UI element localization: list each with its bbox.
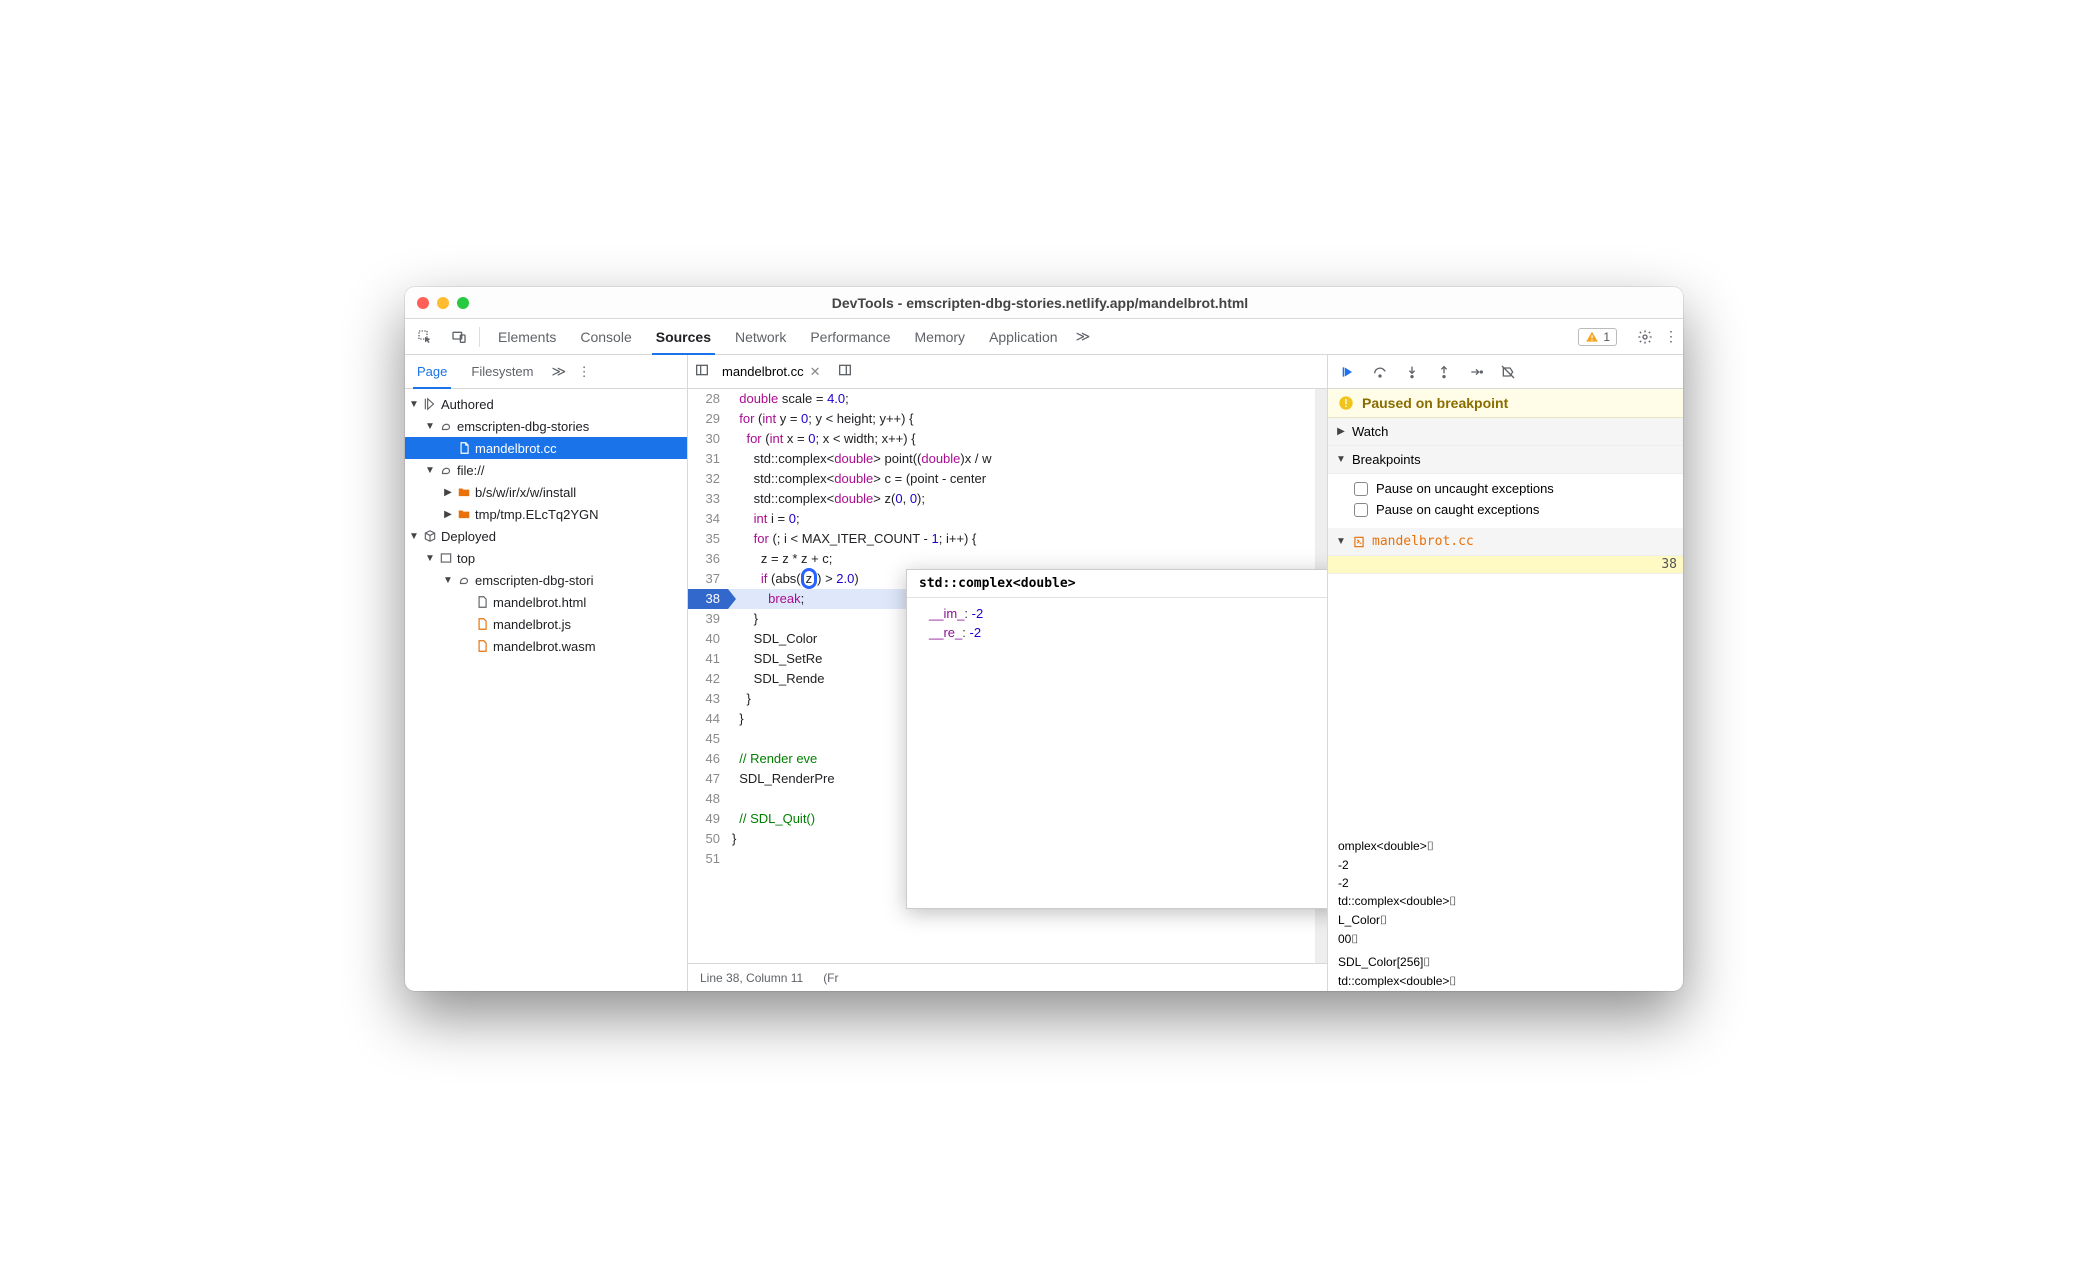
close-tab-icon[interactable]: ✕ — [810, 364, 821, 380]
tree-origin-1[interactable]: ▼emscripten-dbg-stories — [405, 415, 687, 437]
code-line[interactable]: 28 double scale = 4.0; — [688, 389, 1327, 409]
tree-file-mandelbrot-wasm[interactable]: mandelbrot.wasm — [405, 635, 687, 657]
step-over-button[interactable] — [1366, 358, 1394, 386]
tree-file-mandelbrot-js[interactable]: mandelbrot.js — [405, 613, 687, 635]
breakpoint-file-row[interactable]: ▼ mandelbrot.cc — [1328, 528, 1683, 556]
scope-value-row: td::complex<double>⌷ — [1328, 892, 1683, 911]
scope-value-row: -2 — [1328, 856, 1683, 874]
debugger-toolbar — [1328, 355, 1683, 389]
main-toolbar: Elements Console Sources Network Perform… — [405, 319, 1683, 355]
status-extra: (Fr — [823, 971, 838, 985]
tabs-overflow[interactable]: ≫ — [1070, 328, 1097, 345]
code-line[interactable]: 36 z = z * z + c; — [688, 549, 1327, 569]
warning-count: 1 — [1603, 330, 1610, 344]
tree-folder-install[interactable]: ▶b/s/w/ir/x/w/install — [405, 481, 687, 503]
file-tree: ▼Authored ▼emscripten-dbg-stories mandel… — [405, 389, 687, 991]
window-controls — [417, 297, 469, 309]
nav-more-icon[interactable]: ⋮ — [572, 364, 596, 380]
cursor-pos: Line 38, Column 11 — [700, 971, 803, 985]
close-window-button[interactable] — [417, 297, 429, 309]
breakpoint-line[interactable]: 38 — [1328, 556, 1683, 574]
nav-tab-page[interactable]: Page — [405, 355, 459, 388]
step-out-button[interactable] — [1430, 358, 1458, 386]
minimize-window-button[interactable] — [437, 297, 449, 309]
toggle-navigator-icon[interactable] — [694, 362, 710, 381]
code-line[interactable]: 34 int i = 0; — [688, 509, 1327, 529]
navigator-panel: Page Filesystem ≫ ⋮ ▼Authored ▼emscripte… — [405, 355, 688, 991]
step-into-button[interactable] — [1398, 358, 1426, 386]
pause-uncaught-toggle[interactable]: Pause on uncaught exceptions — [1354, 478, 1675, 499]
popover-row: __im_: -2 — [929, 604, 1328, 623]
titlebar: DevTools - emscripten-dbg-stories.netlif… — [405, 287, 1683, 319]
tree-file-mandelbrot-cc[interactable]: mandelbrot.cc — [405, 437, 687, 459]
scope-value-row: 00⌷ — [1328, 930, 1683, 949]
tree-file-proto[interactable]: ▼file:// — [405, 459, 687, 481]
toggle-debugger-icon[interactable] — [837, 362, 853, 381]
scope-value-row: -2 — [1328, 874, 1683, 892]
tab-application[interactable]: Application — [977, 319, 1070, 354]
scope-value-row: L_Color⌷ — [1328, 911, 1683, 930]
tree-origin-2[interactable]: ▼emscripten-dbg-stori — [405, 569, 687, 591]
more-menu-icon[interactable]: ⋮ — [1659, 328, 1683, 345]
tree-folder-tmp[interactable]: ▶tmp/tmp.ELcTq2YGN — [405, 503, 687, 525]
warning-badge[interactable]: 1 — [1578, 328, 1617, 346]
popover-type: std::complex<double> — [907, 570, 1328, 598]
scope-value-row: td::complex<double>⌷ — [1328, 972, 1683, 991]
tab-performance[interactable]: Performance — [798, 319, 902, 354]
tree-deployed[interactable]: ▼Deployed — [405, 525, 687, 547]
devtools-window: DevTools - emscripten-dbg-stories.netlif… — [405, 287, 1683, 991]
section-watch[interactable]: ▶Watch — [1328, 418, 1683, 446]
window-title: DevTools - emscripten-dbg-stories.netlif… — [469, 295, 1611, 311]
code-line[interactable]: 35 for (; i < MAX_ITER_COUNT - 1; i++) { — [688, 529, 1327, 549]
deactivate-breakpoints-button[interactable] — [1494, 358, 1522, 386]
tab-elements[interactable]: Elements — [486, 319, 568, 354]
nav-tabs-overflow[interactable]: ≫ — [546, 363, 573, 380]
resume-button[interactable] — [1334, 358, 1362, 386]
scope-value-row: SDL_Color[256]⌷ — [1328, 953, 1683, 972]
editor-tab-label: mandelbrot.cc — [722, 364, 804, 379]
code-line[interactable]: 31 std::complex<double> point((double)x … — [688, 449, 1327, 469]
tab-console[interactable]: Console — [568, 319, 643, 354]
scope-tail: omplex<double>⌷-2-2td::complex<double>⌷L… — [1328, 837, 1683, 991]
editor-panel: mandelbrot.cc ✕ 28 double scale = 4.0;29… — [688, 355, 1328, 991]
scope-value-row: omplex<double>⌷ — [1328, 837, 1683, 856]
popover-row: __re_: -2 — [929, 623, 1328, 642]
inspect-icon[interactable] — [411, 329, 439, 345]
editor-tab-mandelbrot[interactable]: mandelbrot.cc ✕ — [714, 358, 829, 386]
code-line[interactable]: 32 std::complex<double> c = (point - cen… — [688, 469, 1327, 489]
zoom-window-button[interactable] — [457, 297, 469, 309]
code-line[interactable]: 30 for (int x = 0; x < width; x++) { — [688, 429, 1327, 449]
tab-memory[interactable]: Memory — [903, 319, 978, 354]
section-breakpoints[interactable]: ▼Breakpoints — [1328, 446, 1683, 474]
tree-file-mandelbrot-html[interactable]: mandelbrot.html — [405, 591, 687, 613]
paused-banner: Paused on breakpoint — [1328, 389, 1683, 418]
editor-statusbar: Line 38, Column 11 (Fr — [688, 963, 1327, 991]
tree-top[interactable]: ▼top — [405, 547, 687, 569]
value-popover: std::complex<double> __im_: -2__re_: -2 — [906, 569, 1328, 909]
device-toggle-icon[interactable] — [445, 329, 473, 345]
code-line[interactable]: 33 std::complex<double> z(0, 0); — [688, 489, 1327, 509]
step-button[interactable] — [1462, 358, 1490, 386]
settings-icon[interactable] — [1631, 329, 1659, 345]
tab-network[interactable]: Network — [723, 319, 798, 354]
pause-caught-toggle[interactable]: Pause on caught exceptions — [1354, 499, 1675, 520]
code-line[interactable]: 29 for (int y = 0; y < height; y++) { — [688, 409, 1327, 429]
tree-authored[interactable]: ▼Authored — [405, 393, 687, 415]
nav-tab-filesystem[interactable]: Filesystem — [459, 355, 545, 388]
debugger-panel: Paused on breakpoint ▶Watch ▼Breakpoints… — [1328, 355, 1683, 991]
tab-sources[interactable]: Sources — [644, 319, 723, 354]
